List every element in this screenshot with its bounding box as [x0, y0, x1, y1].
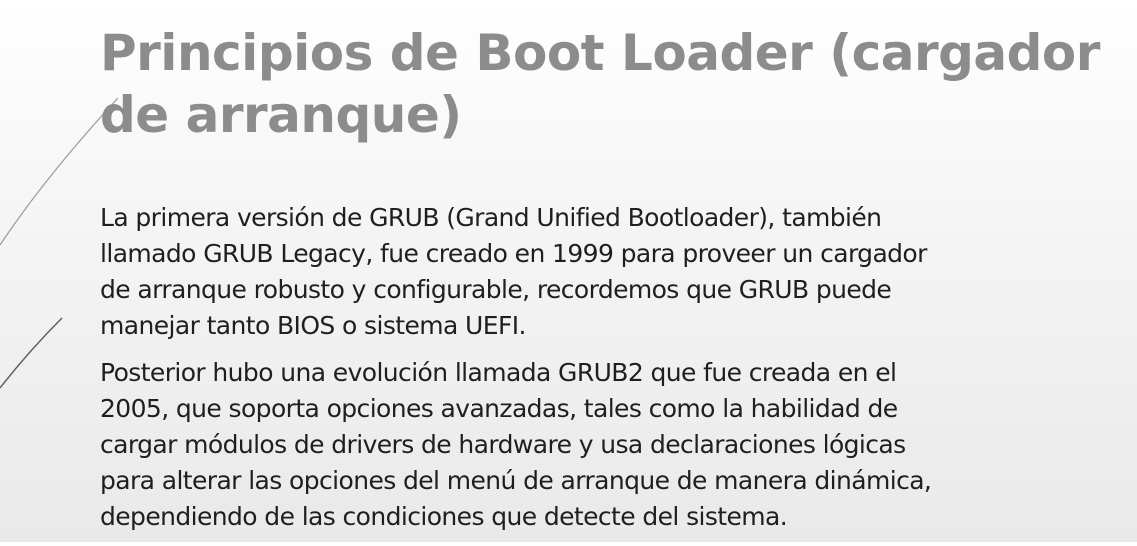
paragraph-line: cargar módulos de drivers de hardware y …	[100, 430, 906, 459]
paragraph-grub-legacy: La primera versión de GRUB (Grand Unifie…	[100, 200, 1130, 344]
paragraph-line: Posterior hubo una evolución llamada GRU…	[100, 358, 897, 387]
paragraph-line: llamado GRUB Legacy, fue creado en 1999 …	[100, 239, 927, 268]
slide-title: Principios de Boot Loader (cargador de a…	[100, 24, 1100, 144]
paragraph-line: La primera versión de GRUB (Grand Unifie…	[100, 203, 882, 232]
slide: Principios de Boot Loader (cargador de a…	[0, 0, 1137, 542]
paragraph-line: para alterar las opciones del menú de ar…	[100, 466, 932, 495]
slide-body: La primera versión de GRUB (Grand Unifie…	[100, 200, 1130, 546]
paragraph-line: 2005, que soporta opciones avanzadas, ta…	[100, 394, 898, 423]
paragraph-line: dependiendo de las condiciones que detec…	[100, 502, 788, 531]
paragraph-line: manejar tanto BIOS o sistema UEFI.	[100, 311, 526, 340]
decorative-curve-lower	[0, 317, 63, 389]
paragraph-grub2: Posterior hubo una evolución llamada GRU…	[100, 355, 1130, 535]
paragraph-line: de arranque robusto y configurable, reco…	[100, 275, 892, 304]
